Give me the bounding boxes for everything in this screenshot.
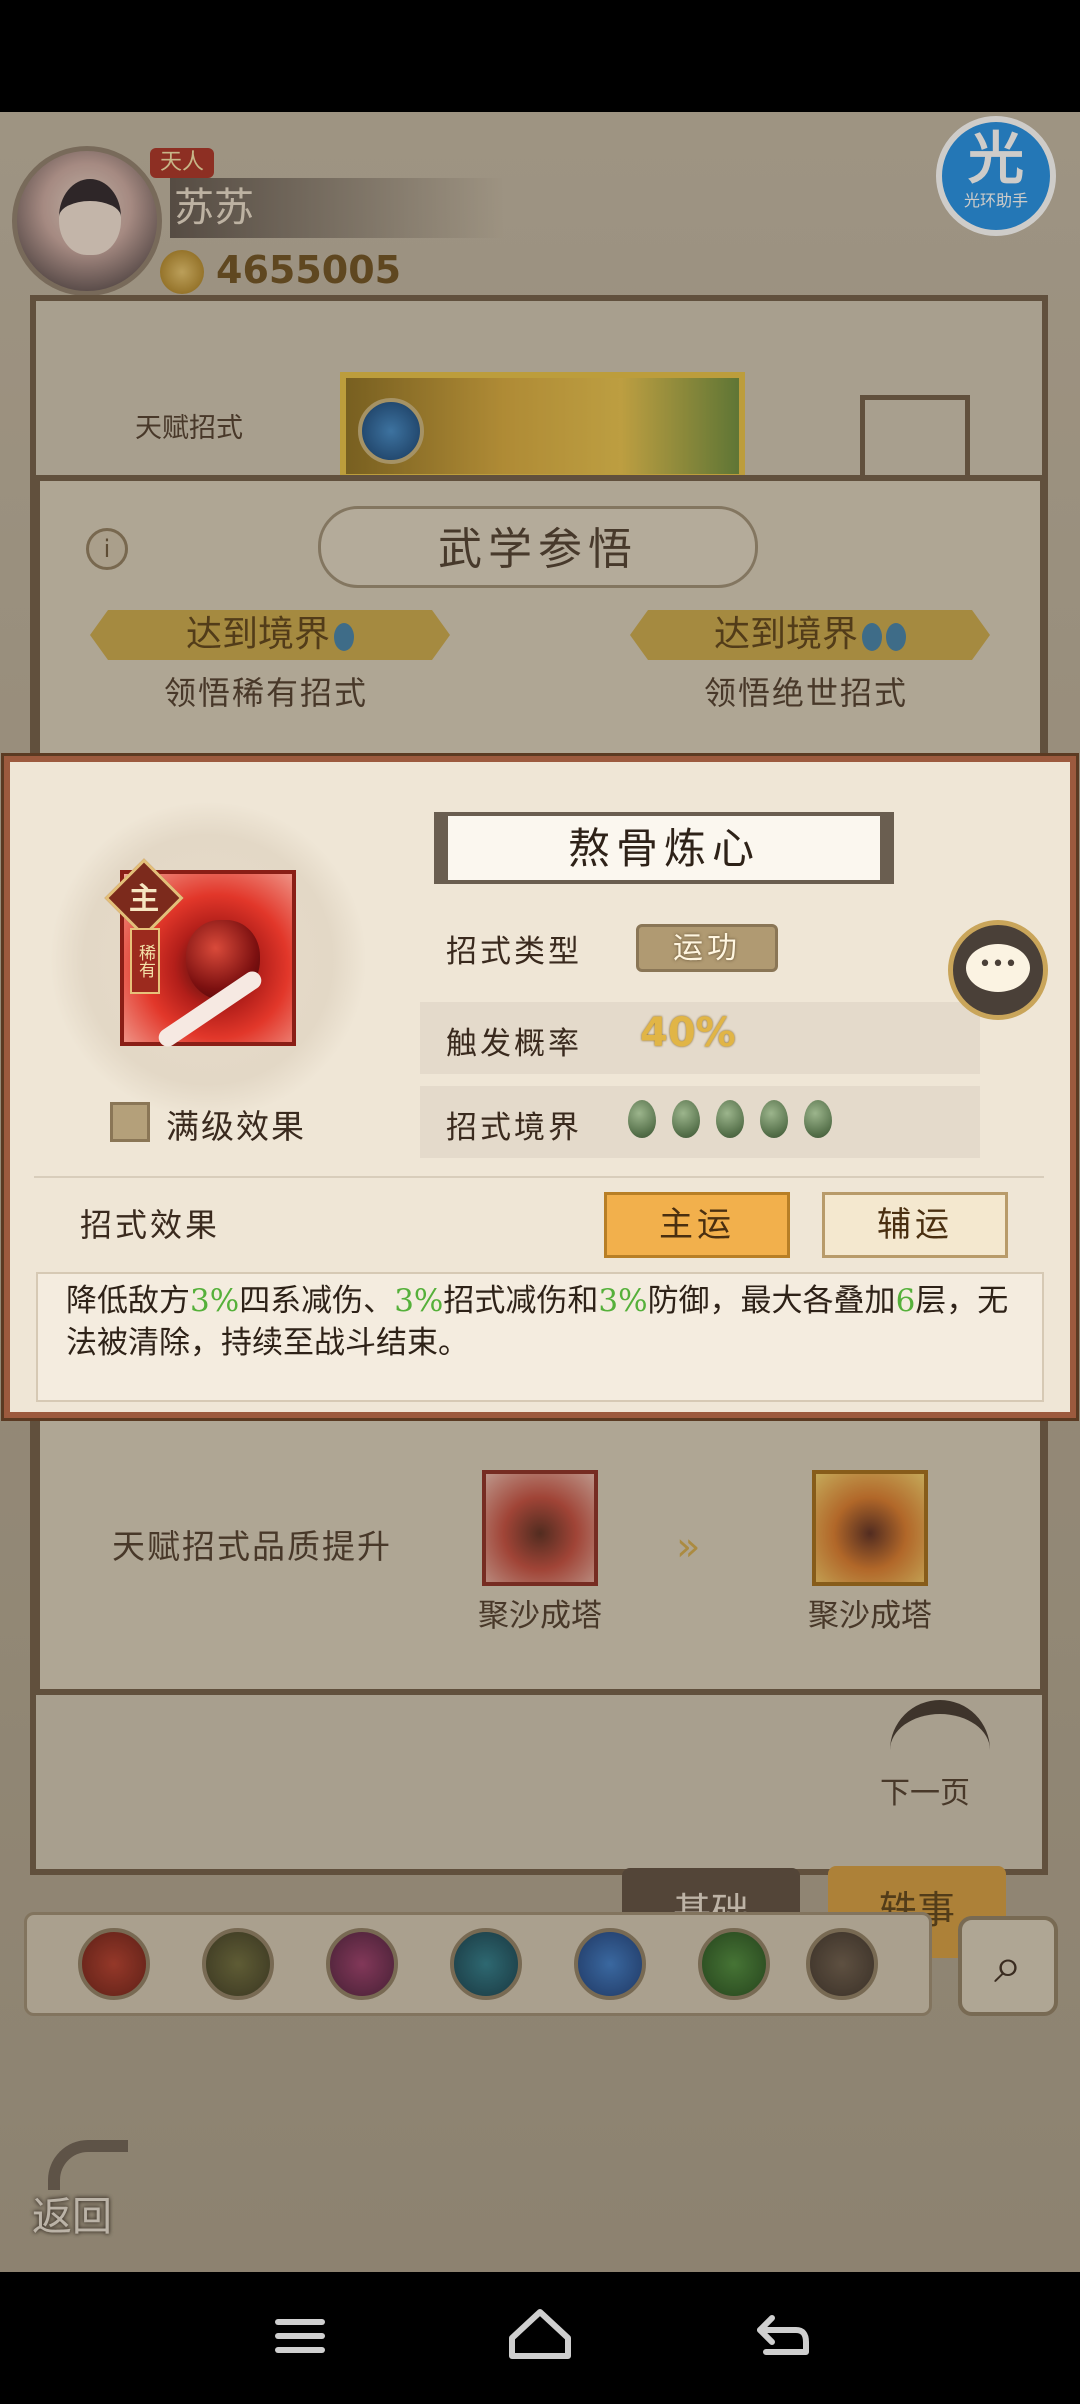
realm-level-icon	[628, 1100, 656, 1138]
desc-part: 降低敌方	[66, 1283, 190, 1319]
effect-description: 降低敌方3%四系减伤、3%招式减伤和3%防御，最大各叠加6层，无法被清除，持续至…	[66, 1280, 1016, 1364]
main-tag: 主	[129, 882, 159, 917]
skill-name-plate: 熬骨炼心	[434, 812, 894, 884]
main-mode-button[interactable]: 主运	[604, 1192, 790, 1258]
back-nav-icon[interactable]	[757, 2315, 809, 2355]
desc-value: 3%	[190, 1283, 240, 1319]
trigger-rate-value: 40%	[640, 1010, 736, 1056]
rarity-tag: 稀有	[130, 928, 160, 994]
desc-value: 6	[895, 1283, 916, 1319]
realm-level-icon	[804, 1100, 832, 1138]
skill-type-badge: 运功	[636, 924, 778, 972]
skill-type-label: 招式类型	[446, 934, 582, 970]
max-level-checkbox[interactable]	[110, 1102, 150, 1142]
menu-icon[interactable]	[275, 2319, 325, 2353]
system-nav-bar	[0, 2272, 1080, 2400]
desc-value: 3%	[598, 1283, 648, 1319]
system-nav-icons	[275, 2309, 809, 2359]
desc-value: 3%	[394, 1283, 444, 1319]
desc-part: 防御，最大各叠加	[647, 1283, 896, 1319]
realm-level-icon	[760, 1100, 788, 1138]
trigger-rate-label: 触发概率	[446, 1026, 582, 1062]
skill-realm-row: 招式境界	[420, 1086, 980, 1158]
support-mode-button[interactable]: 辅运	[822, 1192, 1008, 1258]
desc-part: 招式减伤和	[443, 1283, 599, 1319]
skill-effect-label: 招式效果	[80, 1206, 221, 1244]
desc-part: 四系减伤、	[239, 1283, 395, 1319]
popup-divider	[34, 1176, 1044, 1178]
chat-icon: •••	[966, 944, 1030, 992]
realm-level-icon	[672, 1100, 700, 1138]
skill-realm-label: 招式境界	[446, 1110, 582, 1146]
home-icon[interactable]	[509, 2309, 571, 2359]
max-level-label[interactable]: 满级效果	[166, 1100, 306, 1148]
realm-level-icon	[716, 1100, 744, 1138]
status-bar	[0, 0, 1080, 112]
